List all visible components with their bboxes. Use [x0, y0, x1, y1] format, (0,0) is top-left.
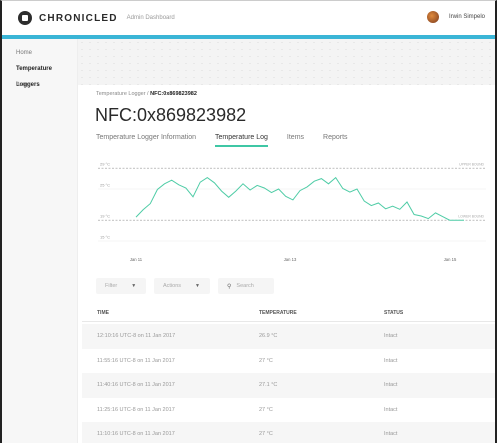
top-bar: CHRONICLED Admin Dashboard Irwin Simpelo [2, 1, 495, 35]
cell-temperature: 27.1 °C [259, 382, 278, 388]
temperature-chart: 29 °C 25 °C 19 °C 15 °C UPPER BOUND LOWER BOU… [98, 162, 486, 262]
temperature-series-line [135, 176, 464, 221]
hero-pattern [78, 39, 495, 85]
tab-logger-information[interactable]: Temperature Logger Information [96, 134, 196, 147]
filter-dropdown[interactable]: Filter ▼ [96, 278, 146, 294]
tab-reports[interactable]: Reports [323, 134, 348, 147]
page-title: NFC:0x869823982 [95, 105, 247, 125]
chevron-down-icon: ▼ [131, 283, 137, 289]
chevron-down-icon: ▼ [195, 283, 200, 289]
cell-status: Intact [384, 357, 398, 364]
cell-status: Intact [384, 406, 398, 413]
upper-bound-label: UPPER BOUND [459, 163, 484, 167]
breadcrumb: Temperature Logger / NFC:0x869823982 [96, 91, 197, 97]
breadcrumb-current: NFC:0x869823982 [150, 91, 197, 97]
table-row[interactable]: 11:55:16 UTC-8 on 11 Jan 2017 27 °C Inta… [82, 349, 495, 374]
app-window: CHRONICLED Admin Dashboard Irwin Simpelo… [0, 0, 497, 443]
y-tick-label: 15 °C [100, 235, 110, 240]
table-body: 12:10:16 UTC-8 on 11 Jan 2017 26.9 °C In… [82, 324, 495, 443]
search-placeholder: Search [236, 283, 254, 289]
sidebar-item-temperature-loggers[interactable]: Temperature Loggers [2, 61, 77, 88]
table-row[interactable]: 11:25:16 UTC-8 on 11 Jan 2017 27 °C Inta… [82, 398, 495, 423]
y-tick-label: 29 °C [100, 162, 110, 167]
table-row[interactable]: 11:40:16 UTC-8 on 11 Jan 2017 27.1 °C In… [82, 373, 495, 398]
search-icon: ⚲ [227, 283, 232, 290]
search-input[interactable]: ⚲ Search [218, 278, 274, 294]
tab-items[interactable]: Items [287, 134, 304, 147]
column-header-temperature[interactable]: TEMPERATURE [259, 306, 297, 320]
column-header-status[interactable]: STATUS [384, 306, 403, 320]
avatar[interactable] [426, 11, 439, 23]
sidebar: Home Temperature Loggers Items [2, 39, 78, 443]
filter-label: Filter [105, 283, 118, 289]
cell-temperature: 26.9 °C [259, 333, 278, 339]
breadcrumb-parent[interactable]: Temperature Logger [96, 91, 146, 97]
cell-time: 11:55:16 UTC-8 on 11 Jan 2017 [97, 357, 175, 364]
chronicled-logo-icon[interactable] [18, 11, 32, 25]
cell-time: 11:40:16 UTC-8 on 11 Jan 2017 [97, 382, 175, 388]
actions-label: Actions [163, 283, 182, 289]
cell-status: Intact [384, 382, 398, 388]
x-tick-label: Jan 15 [444, 257, 457, 262]
cell-time: 11:25:16 UTC-8 on 11 Jan 2017 [97, 406, 175, 413]
lower-bound-label: LOWER BOUND [458, 215, 484, 219]
sidebar-item-home[interactable]: Home [2, 45, 77, 61]
cell-temperature: 27 °C [259, 357, 273, 364]
cell-temperature: 27 °C [259, 406, 273, 413]
brand-name[interactable]: CHRONICLED [39, 13, 118, 24]
cell-time: 12:10:16 UTC-8 on 11 Jan 2017 [97, 333, 176, 339]
y-tick-label: 25 °C [100, 183, 110, 188]
table-row[interactable]: 11:10:16 UTC-8 on 11 Jan 2017 27 °C Inta… [82, 422, 495, 443]
cell-status: Intact [384, 333, 398, 339]
cell-temperature: 27 °C [259, 431, 273, 437]
x-tick-label: Jan 13 [284, 257, 297, 262]
x-tick-label: Jan 11 [130, 257, 143, 262]
brand-subtitle: Admin Dashboard [126, 15, 175, 21]
user-name[interactable]: Irwin Simpelo [449, 14, 485, 20]
table-row[interactable]: 12:10:16 UTC-8 on 11 Jan 2017 26.9 °C In… [82, 324, 495, 349]
cell-status: Intact [384, 431, 398, 437]
tab-temperature-log[interactable]: Temperature Log [215, 134, 268, 147]
column-header-time[interactable]: TIME [97, 306, 109, 320]
y-tick-label: 19 °C [100, 214, 110, 219]
table-toolbar: Filter ▼ Actions ▼ ⚲ Search [96, 278, 282, 294]
table-header: TIME TEMPERATURE STATUS [82, 306, 495, 322]
cell-time: 11:10:16 UTC-8 on 11 Jan 2017 [97, 431, 175, 437]
tab-bar: Temperature Logger Information Temperatu… [96, 134, 367, 147]
user-menu[interactable]: Irwin Simpelo [426, 11, 485, 23]
actions-dropdown[interactable]: Actions ▼ [154, 278, 210, 294]
